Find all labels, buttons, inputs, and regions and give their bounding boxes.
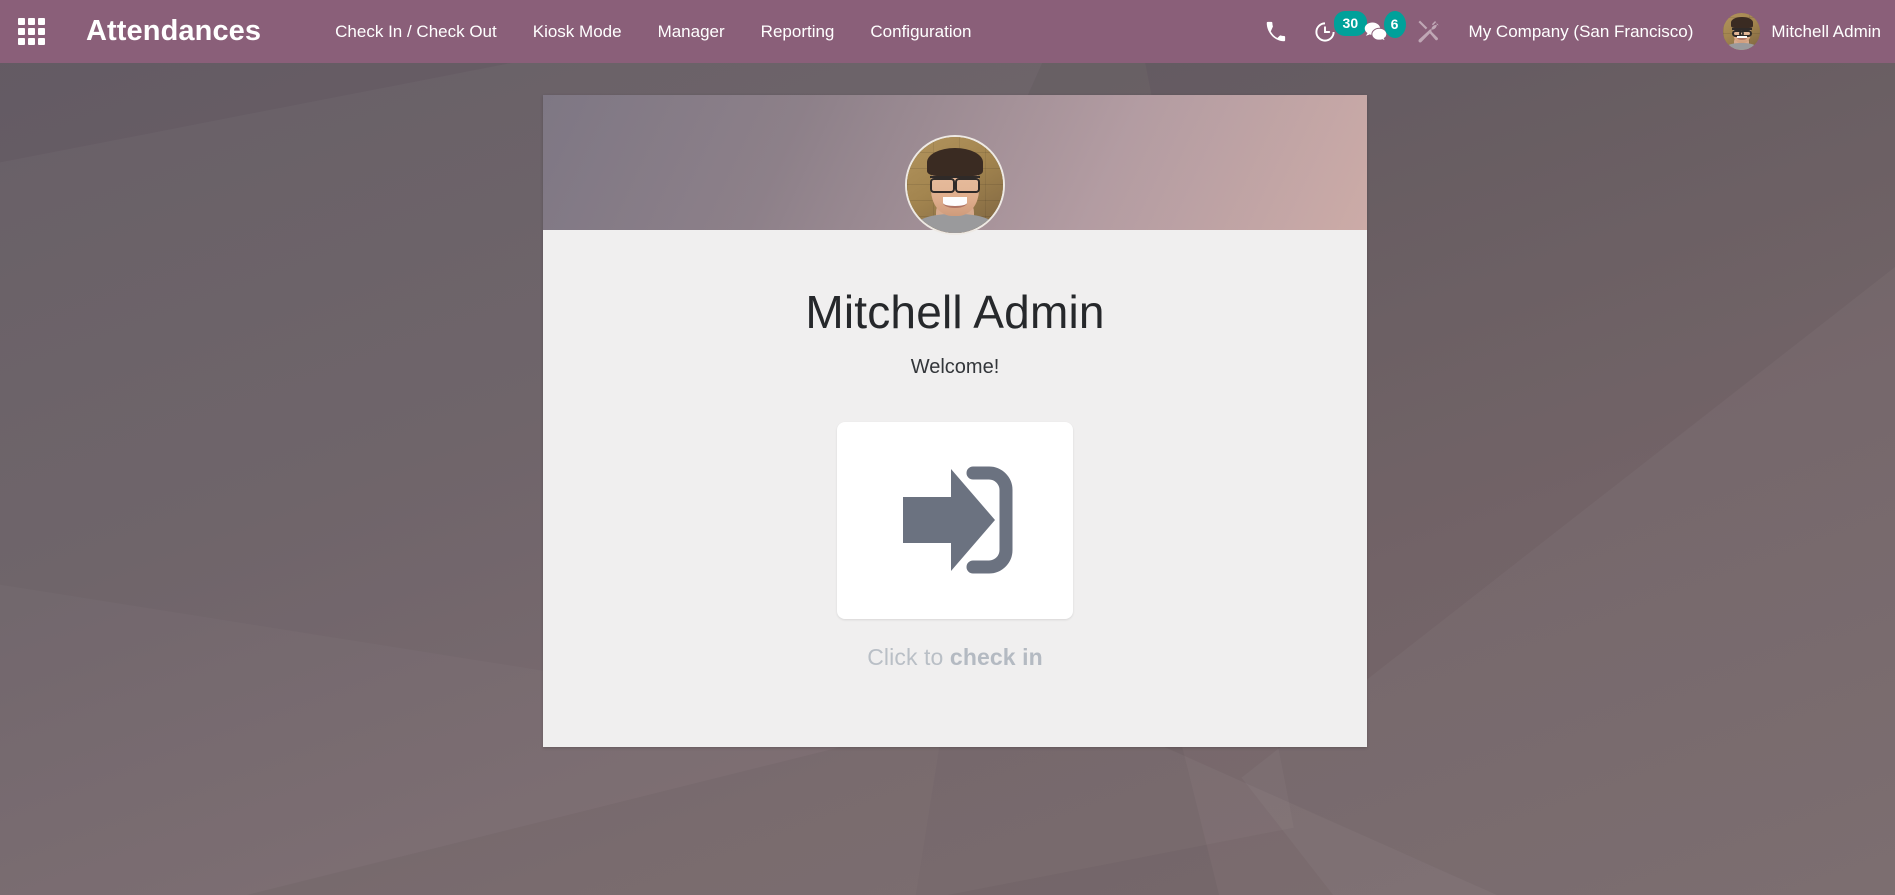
employee-avatar <box>905 135 1005 235</box>
messaging-menu-button[interactable]: 6 <box>1350 0 1406 63</box>
attendance-kiosk-card: Mitchell Admin Welcome! Click to check i… <box>543 95 1367 747</box>
menu-configuration[interactable]: Configuration <box>852 0 989 63</box>
welcome-message: Welcome! <box>910 355 1000 378</box>
clock-activity-icon <box>1315 21 1335 42</box>
check-in-hint-prefix: Click to <box>867 643 950 670</box>
check-in-hint-action: check in <box>949 643 1043 670</box>
odoo-attendances-kiosk-screen: Attendances Check In / Check Out Kiosk M… <box>0 0 1895 895</box>
check-in-hint: Click to check in <box>867 644 1043 671</box>
apps-menu-button[interactable] <box>0 0 63 63</box>
top-navbar: Attendances Check In / Check Out Kiosk M… <box>0 0 1895 63</box>
main-menu: Check In / Check Out Kiosk Mode Manager … <box>317 0 989 63</box>
user-menu-label: Mitchell Admin <box>1771 21 1881 41</box>
menu-reporting[interactable]: Reporting <box>743 0 853 63</box>
systray: 30 6 My Company (San Francisco) Mitchell… <box>1251 0 1895 63</box>
menu-kiosk-mode[interactable]: Kiosk Mode <box>515 0 640 63</box>
activities-menu-button[interactable]: 30 <box>1300 0 1368 63</box>
phone-icon <box>1266 21 1285 42</box>
sign-in-arrow-icon <box>903 466 1013 574</box>
apps-grid-icon <box>18 18 45 45</box>
card-body: Mitchell Admin Welcome! Click to check i… <box>543 230 1367 747</box>
user-menu[interactable]: Mitchell Admin <box>1709 0 1895 63</box>
avatar <box>1723 13 1761 50</box>
check-in-button[interactable] <box>837 421 1073 619</box>
page-title: Mitchell Admin <box>805 286 1105 338</box>
debug-tools-button[interactable] <box>1402 0 1453 63</box>
company-switcher[interactable]: My Company (San Francisco) <box>1453 0 1710 63</box>
app-brand-title[interactable]: Attendances <box>86 17 261 46</box>
menu-check-in-check-out[interactable]: Check In / Check Out <box>317 0 515 63</box>
wrench-screwdriver-icon <box>1418 20 1439 43</box>
voip-phone-button[interactable] <box>1251 0 1300 63</box>
menu-manager[interactable]: Manager <box>640 0 743 63</box>
